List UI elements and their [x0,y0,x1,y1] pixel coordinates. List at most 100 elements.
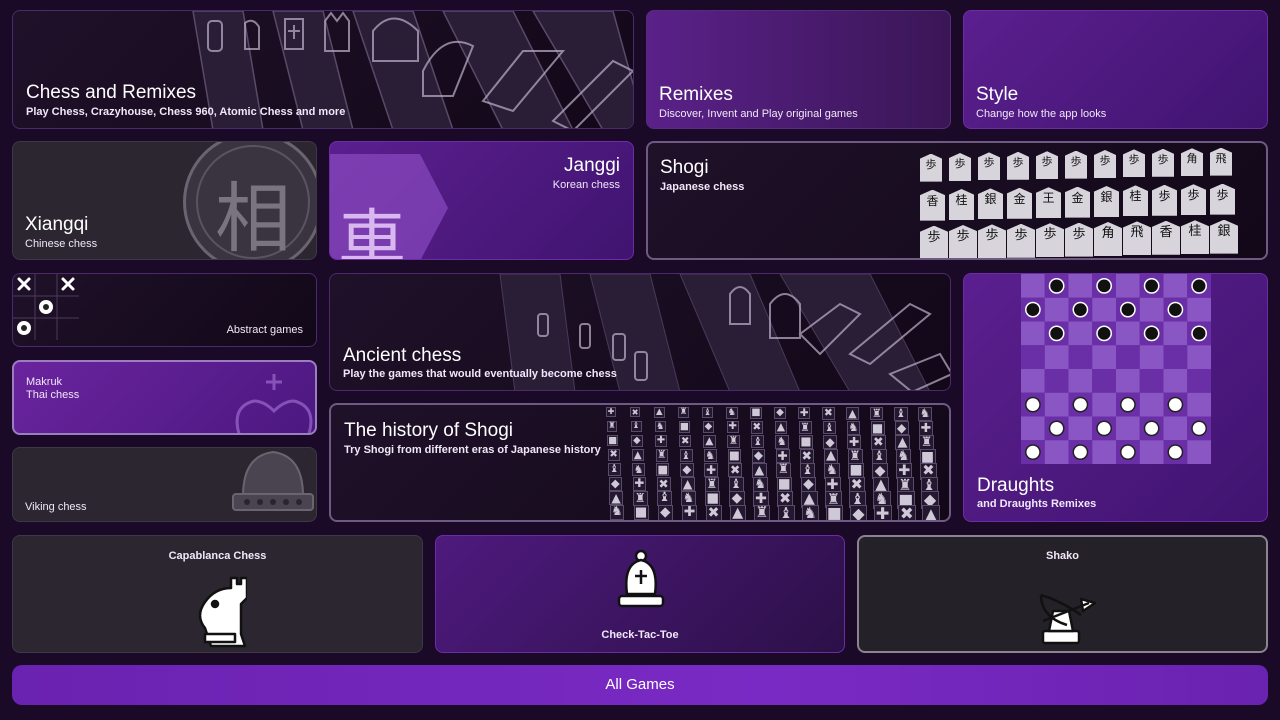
history-piece-icon: ♞ [918,406,932,421]
draughts-tile[interactable]: Draughts and Draughts Remixes [963,273,1268,522]
shogi-piece-icon: 桂 [1123,185,1148,217]
history-piece-icon: ▲ [703,435,716,448]
history-piece-icon: ✚ [873,505,892,520]
history-piece-icon: ◆ [823,435,838,450]
black-draught-icon [1025,301,1041,318]
draughts-square [1163,416,1188,441]
shogi-piece-icon: 金 [1065,186,1090,218]
draughts-subtitle: and Draughts Remixes [977,498,1097,510]
white-draught-icon [1048,420,1065,437]
history-piece-icon: ■ [727,448,742,463]
draughts-square [1116,416,1140,441]
history-shogi-board-illustration: ✚ ✖ ▲ ♜ ♝ ♞ ■ ◆ ✚ ✖ ▲ ♜ ♝ ♞ ♜ ♝ ♞ ■ ◆ ✚ ✖ ▲ ♜ ♝ ♞ ■ ◆ ✚ ■ ◆ ✚ ✖ ▲ ♜ ♝ ♞ ■ ◆ ✚ ✖… [606,406,949,520]
history-piece-icon: ✖ [750,421,763,434]
tic-tac-toe-icon [13,274,79,340]
shogi-piece-icon: 香 [1152,220,1180,255]
history-piece-icon: ▲ [680,477,695,492]
history-piece-icon: ♞ [775,434,789,449]
remixes-tile[interactable]: Remixes Discover, Invent and Play origin… [646,10,951,129]
makruk-tile[interactable]: Makruk Thai chess [12,360,317,435]
draughts-square [1044,440,1069,464]
black-draught-icon [1143,325,1160,342]
history-piece-icon: ♜ [704,476,720,492]
shogi-piece-icon: 桂 [1181,220,1209,255]
draughts-board-illustration [1021,274,1211,464]
abstract-games-tile[interactable]: Abstract games [12,273,317,347]
history-piece-icon: ♞ [846,420,861,435]
white-draught-icon [1167,444,1184,460]
history-piece-icon: ♝ [751,435,765,449]
chess-remixes-subtitle: Play Chess, Crazyhouse, Chess 960, Atomi… [26,106,346,118]
shogi-piece-icon: 歩 [1181,184,1206,216]
draughts-square [1163,345,1188,369]
history-piece-icon: ◆ [657,505,673,520]
shogi-piece-icon: 歩 [920,153,942,182]
history-piece-icon: ✚ [655,435,667,447]
shogi-piece-icon: 桂 [949,189,974,220]
xiangqi-piece-icon: 相 [183,142,316,259]
black-draught-icon [1048,325,1065,342]
shogi-piece-icon: 歩 [1152,184,1177,216]
white-draught-icon [1072,444,1089,460]
history-piece-icon: ✖ [705,505,722,520]
draughts-square [1021,369,1045,393]
shogi-piece-icon: 歩 [1094,150,1116,178]
janggi-tile[interactable]: 車 Janggi Korean chess [329,141,634,260]
shogi-piece-icon: 歩 [1036,223,1064,258]
draughts-square [1116,274,1140,298]
history-piece-icon: ♜ [678,407,689,418]
draughts-square [1116,321,1140,346]
style-tile[interactable]: Style Change how the app looks [963,10,1268,129]
history-piece-icon: ✖ [871,435,886,450]
viking-chess-tile[interactable]: Viking chess [12,447,317,522]
draughts-square [1044,392,1069,417]
draughts-square [1187,369,1211,393]
history-piece-icon: ✖ [630,407,641,418]
draughts-square [1163,274,1188,298]
shogi-tile[interactable]: Shogi Japanese chess 歩歩歩歩歩歩歩歩歩角飛香桂銀金王金銀桂… [646,141,1268,260]
black-draught-icon [1143,278,1160,294]
history-piece-icon: ✚ [704,463,718,477]
capablanca-chess-tile[interactable]: Capablanca Chess [12,535,423,653]
history-piece-icon: ▲ [654,407,665,418]
history-piece-icon: ◆ [702,421,715,433]
black-draught-icon [1048,278,1065,294]
janggi-glyph: 車 [338,203,407,260]
history-piece-icon: ✚ [681,505,698,520]
history-piece-icon: ♝ [822,420,836,435]
draughts-square [1092,345,1116,369]
style-subtitle: Change how the app looks [976,108,1107,120]
history-piece-icon: ◆ [894,421,909,436]
white-draught-icon [1191,420,1207,437]
all-games-button[interactable]: All Games [12,665,1268,705]
history-piece-icon: ✖ [822,406,835,420]
bishop-icon [617,549,665,608]
xiangqi-tile[interactable]: 相 Xiangqi Chinese chess [12,141,317,260]
draughts-square [1068,369,1093,393]
history-piece-icon: ✚ [798,407,811,420]
white-draught-icon [1120,396,1136,413]
draughts-square [1092,369,1116,393]
history-piece-icon: ◆ [751,449,766,463]
history-piece-icon: ✚ [632,476,647,491]
makruk-subtitle: Thai chess [26,389,80,401]
draughts-square [1044,369,1069,393]
history-piece-icon: ♜ [870,407,884,421]
shogi-piece-icon: 歩 [978,224,1006,258]
janggi-subtitle: Korean chess [552,179,620,191]
xiangqi-title: Xiangqi [25,214,89,235]
history-of-shogi-tile[interactable]: ✚ ✖ ▲ ♜ ♝ ♞ ■ ◆ ✚ ✖ ▲ ♜ ♝ ♞ ♜ ♝ ♞ ■ ◆ ✚ ✖ ▲ ♜ ♝ ♞ ■ ◆ ✚ ■ ◆ ✚ ✖ ▲ ♜ ♝ ♞ ■ ◆ ✚ ✖… [329,403,951,522]
shogi-piece-icon: 金 [1007,187,1032,219]
check-tac-toe-tile[interactable]: Check-Tac-Toe [435,535,845,653]
check-tac-toe-title: Check-Tac-Toe [601,629,679,641]
history-piece-icon: ◆ [608,477,622,491]
chess-remixes-tile[interactable]: Chess and Remixes Play Chess, Crazyhouse… [12,10,634,129]
history-piece-icon: ♞ [752,477,768,493]
ancient-chess-tile[interactable]: Ancient chess Play the games that would … [329,273,951,391]
white-draught-icon [1096,420,1112,437]
shako-tile[interactable]: Shako [857,535,1268,653]
history-piece-icon: ♜ [655,448,669,462]
history-piece-icon: ♞ [609,504,625,520]
black-draught-icon [1120,301,1136,318]
history-piece-icon: ♞ [703,449,717,463]
